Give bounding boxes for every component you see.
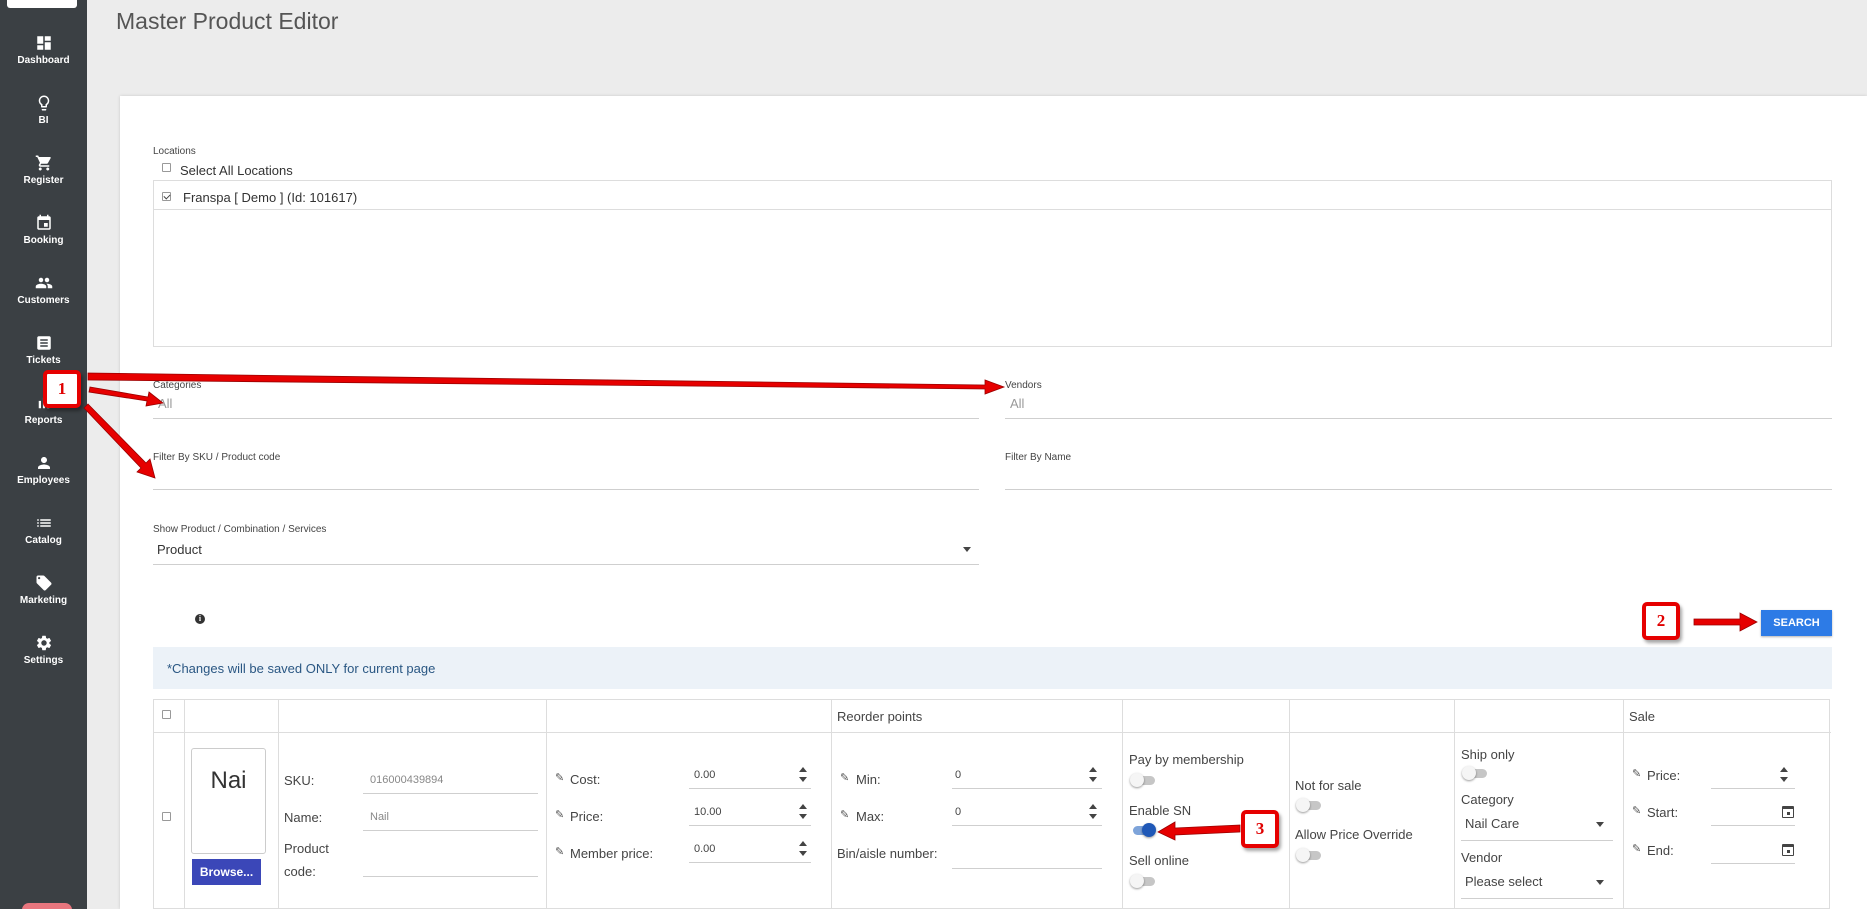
annotation-badge-2: 2 bbox=[1642, 602, 1680, 640]
annotation-arrow bbox=[1157, 821, 1241, 841]
annotation-arrow bbox=[88, 386, 164, 407]
annotation-badge-1: 1 bbox=[43, 370, 81, 408]
annotation-arrow bbox=[87, 372, 1006, 395]
annotation-arrow bbox=[83, 403, 156, 479]
annotation-arrow bbox=[1693, 612, 1758, 632]
annotation-badge-3: 3 bbox=[1241, 810, 1279, 848]
annotation-arrows bbox=[83, 372, 1758, 841]
